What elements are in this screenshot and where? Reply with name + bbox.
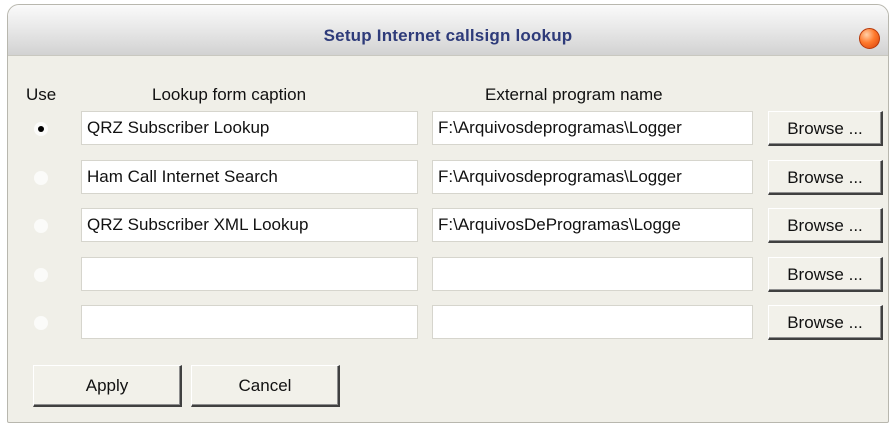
browse-button-5[interactable]: Browse ...	[768, 305, 883, 340]
header-lookup-form-caption: Lookup form caption	[152, 85, 307, 104]
header-use: Use	[26, 85, 57, 104]
use-radio-3[interactable]	[34, 219, 48, 233]
header-external-program-name: External program name	[485, 85, 663, 104]
lookup-setup-dialog: Setup Internet callsign lookup Use Looku…	[7, 4, 889, 423]
use-radio-2[interactable]	[34, 171, 48, 185]
caption-field-2[interactable]: Ham Call Internet Search	[81, 160, 418, 194]
use-radio-1[interactable]	[34, 122, 48, 136]
caption-field-3[interactable]: QRZ Subscriber XML Lookup	[81, 208, 418, 242]
browse-button-2[interactable]: Browse ...	[768, 160, 883, 195]
program-field-2[interactable]: F:\Arquivosdeprogramas\Logger	[432, 160, 753, 194]
program-field-3[interactable]: F:\ArquivosDeProgramas\Logge	[432, 208, 753, 242]
caption-field-5[interactable]	[81, 305, 418, 339]
caption-field-4[interactable]	[81, 257, 418, 291]
use-radio-4[interactable]	[34, 268, 48, 282]
use-radio-5[interactable]	[34, 316, 48, 330]
program-field-1[interactable]: F:\Arquivosdeprogramas\Logger	[432, 111, 753, 145]
browse-button-3[interactable]: Browse ...	[768, 208, 883, 243]
close-icon[interactable]	[859, 28, 880, 49]
browse-button-4[interactable]: Browse ...	[768, 257, 883, 292]
dialog-title: Setup Internet callsign lookup	[323, 26, 573, 45]
title-bar[interactable]: Setup Internet callsign lookup	[8, 5, 888, 56]
browse-button-1[interactable]: Browse ...	[768, 111, 883, 146]
radio-selected-dot	[38, 126, 44, 132]
apply-button[interactable]: Apply	[33, 365, 182, 407]
caption-field-1[interactable]: QRZ Subscriber Lookup	[81, 111, 418, 145]
cancel-button[interactable]: Cancel	[191, 365, 340, 407]
program-field-4[interactable]	[432, 257, 753, 291]
program-field-5[interactable]	[432, 305, 753, 339]
